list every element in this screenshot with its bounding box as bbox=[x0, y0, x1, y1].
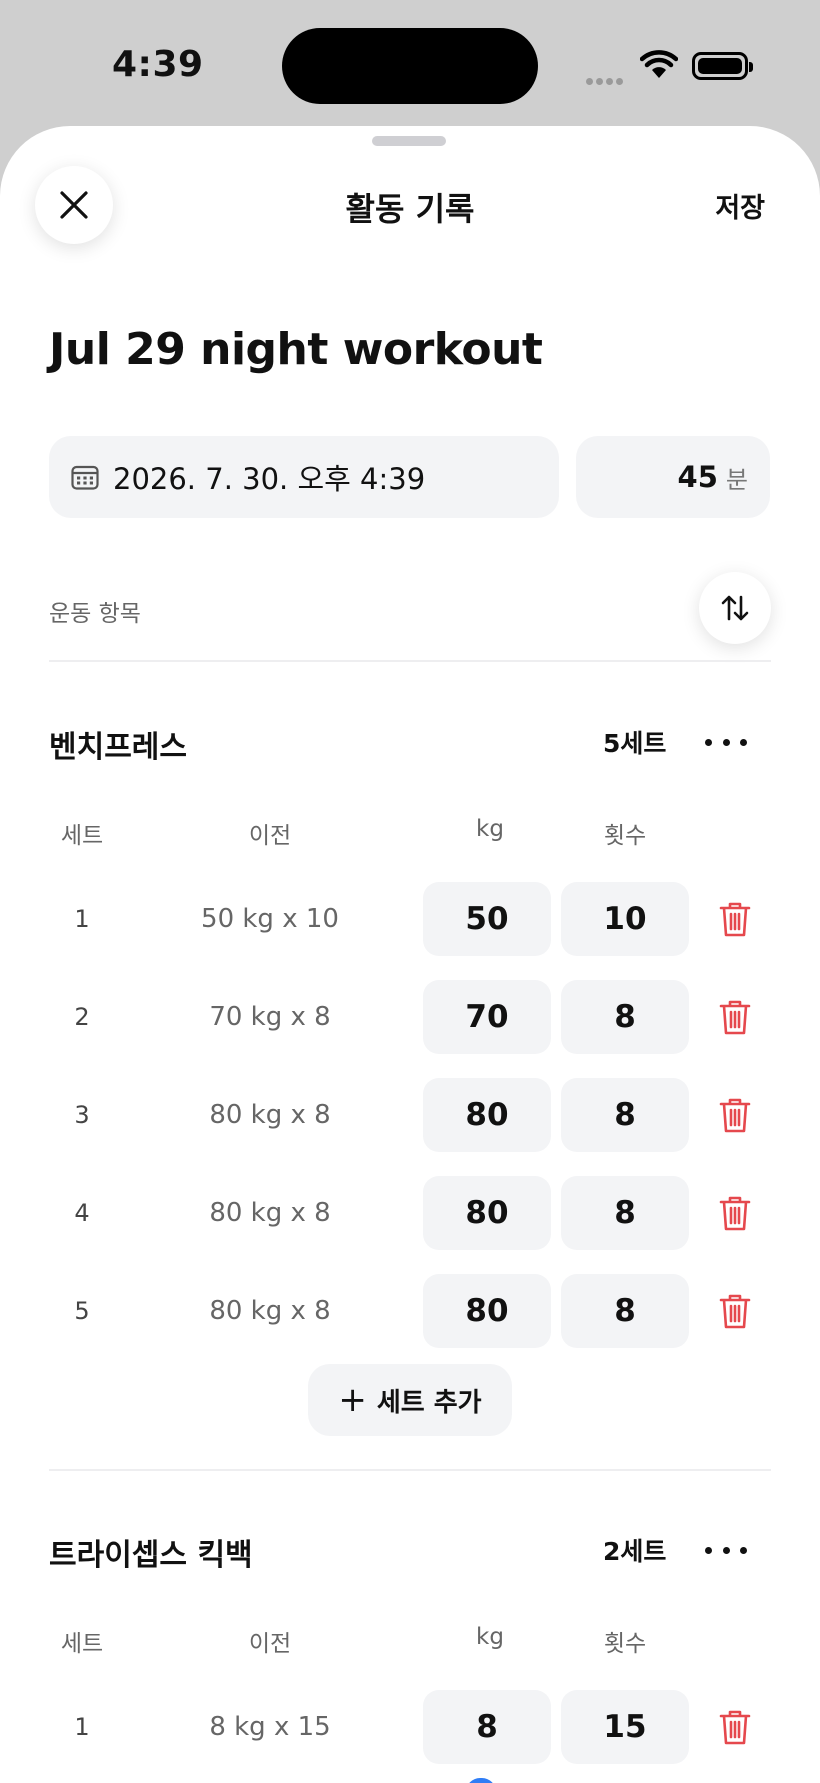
trash-icon[interactable] bbox=[718, 1292, 752, 1330]
more-options-button[interactable] bbox=[705, 1530, 747, 1570]
trash-icon[interactable] bbox=[718, 1096, 752, 1134]
set-number: 5 bbox=[74, 1297, 90, 1325]
weight-input[interactable]: 80 bbox=[423, 1176, 551, 1250]
previous-value[interactable]: 80 kg x 8 bbox=[170, 1176, 370, 1250]
exercise-section-label: 운동 항목 bbox=[49, 601, 141, 627]
set-number: 3 bbox=[74, 1101, 90, 1129]
plus-icon: + bbox=[338, 1380, 367, 1420]
set-row: 1 8 kg x 15 8 15 bbox=[0, 1690, 820, 1764]
status-bar: 4:39 bbox=[0, 0, 820, 130]
column-header-previous: 이전 bbox=[248, 1631, 292, 1657]
column-header-reps: 횟수 bbox=[603, 823, 647, 849]
trash-icon[interactable] bbox=[718, 1194, 752, 1232]
weight-input[interactable]: 8 bbox=[423, 1690, 551, 1764]
trash-icon[interactable] bbox=[718, 900, 752, 938]
previous-value[interactable]: 80 kg x 8 bbox=[170, 1078, 370, 1152]
wifi-icon bbox=[640, 50, 678, 78]
battery-icon bbox=[692, 52, 753, 80]
reps-input[interactable]: 10 bbox=[561, 882, 689, 956]
weight-input[interactable]: 80 bbox=[423, 1078, 551, 1152]
date-time-field[interactable]: 2026. 7. 30. 오후 4:39 bbox=[49, 436, 559, 518]
column-header-kg: kg bbox=[476, 1624, 504, 1650]
duration-value: 45 bbox=[677, 460, 718, 494]
reps-input[interactable]: 8 bbox=[561, 1176, 689, 1250]
weight-input[interactable]: 70 bbox=[423, 980, 551, 1054]
divider bbox=[49, 660, 771, 662]
reps-input[interactable]: 15 bbox=[561, 1690, 689, 1764]
set-row: 1 50 kg x 10 50 10 bbox=[0, 882, 820, 956]
sheet-title: 활동 기록 bbox=[345, 190, 475, 228]
set-row: 2 70 kg x 8 70 8 bbox=[0, 980, 820, 1054]
column-header-previous: 이전 bbox=[248, 823, 292, 849]
column-header-reps: 횟수 bbox=[603, 1631, 647, 1657]
set-row: 5 80 kg x 8 80 8 bbox=[0, 1274, 820, 1348]
add-set-label: 세트 추가 bbox=[376, 1387, 482, 1418]
trash-icon[interactable] bbox=[718, 998, 752, 1036]
duration-unit: 분 bbox=[725, 465, 748, 494]
column-header-set: 세트 bbox=[60, 1631, 104, 1657]
swap-vertical-icon bbox=[721, 595, 749, 621]
workout-title[interactable]: Jul 29 night workout bbox=[49, 324, 543, 375]
status-time: 4:39 bbox=[112, 44, 204, 85]
previous-value[interactable]: 8 kg x 15 bbox=[170, 1690, 370, 1764]
duration-field[interactable]: 45 분 bbox=[576, 436, 770, 518]
activity-sheet: 활동 기록 저장 Jul 29 night workout 2026. 7. 3… bbox=[0, 126, 820, 1783]
set-number: 1 bbox=[74, 905, 90, 933]
set-row: 3 80 kg x 8 80 8 bbox=[0, 1078, 820, 1152]
exercise-set-count: 5세트 bbox=[603, 729, 667, 758]
trash-icon[interactable] bbox=[718, 1708, 752, 1746]
dynamic-island bbox=[282, 28, 538, 104]
set-number: 1 bbox=[74, 1713, 90, 1741]
date-value: 2026. 7. 30. 오후 4:39 bbox=[113, 462, 426, 496]
column-header-kg: kg bbox=[476, 816, 504, 842]
divider bbox=[49, 1469, 771, 1471]
weight-input[interactable]: 80 bbox=[423, 1274, 551, 1348]
set-number: 2 bbox=[74, 1003, 90, 1031]
reorder-button[interactable] bbox=[699, 572, 771, 644]
previous-value[interactable]: 80 kg x 8 bbox=[170, 1274, 370, 1348]
more-options-button[interactable] bbox=[705, 722, 747, 762]
calendar-icon bbox=[71, 465, 99, 490]
previous-value[interactable]: 70 kg x 8 bbox=[170, 980, 370, 1054]
reps-input[interactable]: 8 bbox=[561, 1274, 689, 1348]
exercise-name[interactable]: 트라이셉스 킥백 bbox=[49, 1530, 253, 1574]
scroll-indicator bbox=[466, 1778, 496, 1783]
sheet-grabber[interactable] bbox=[372, 136, 446, 146]
reps-input[interactable]: 8 bbox=[561, 1078, 689, 1152]
weight-input[interactable]: 50 bbox=[423, 882, 551, 956]
exercise-name[interactable]: 벤치프레스 bbox=[49, 722, 187, 766]
exercise-set-count: 2세트 bbox=[603, 1537, 667, 1566]
set-number: 4 bbox=[74, 1199, 90, 1227]
column-header-set: 세트 bbox=[60, 823, 104, 849]
cellular-signal-icon bbox=[586, 70, 628, 85]
add-set-button[interactable]: + 세트 추가 bbox=[308, 1364, 512, 1436]
set-row: 4 80 kg x 8 80 8 bbox=[0, 1176, 820, 1250]
previous-value[interactable]: 50 kg x 10 bbox=[170, 882, 370, 956]
reps-input[interactable]: 8 bbox=[561, 980, 689, 1054]
save-button[interactable]: 저장 bbox=[715, 186, 765, 225]
